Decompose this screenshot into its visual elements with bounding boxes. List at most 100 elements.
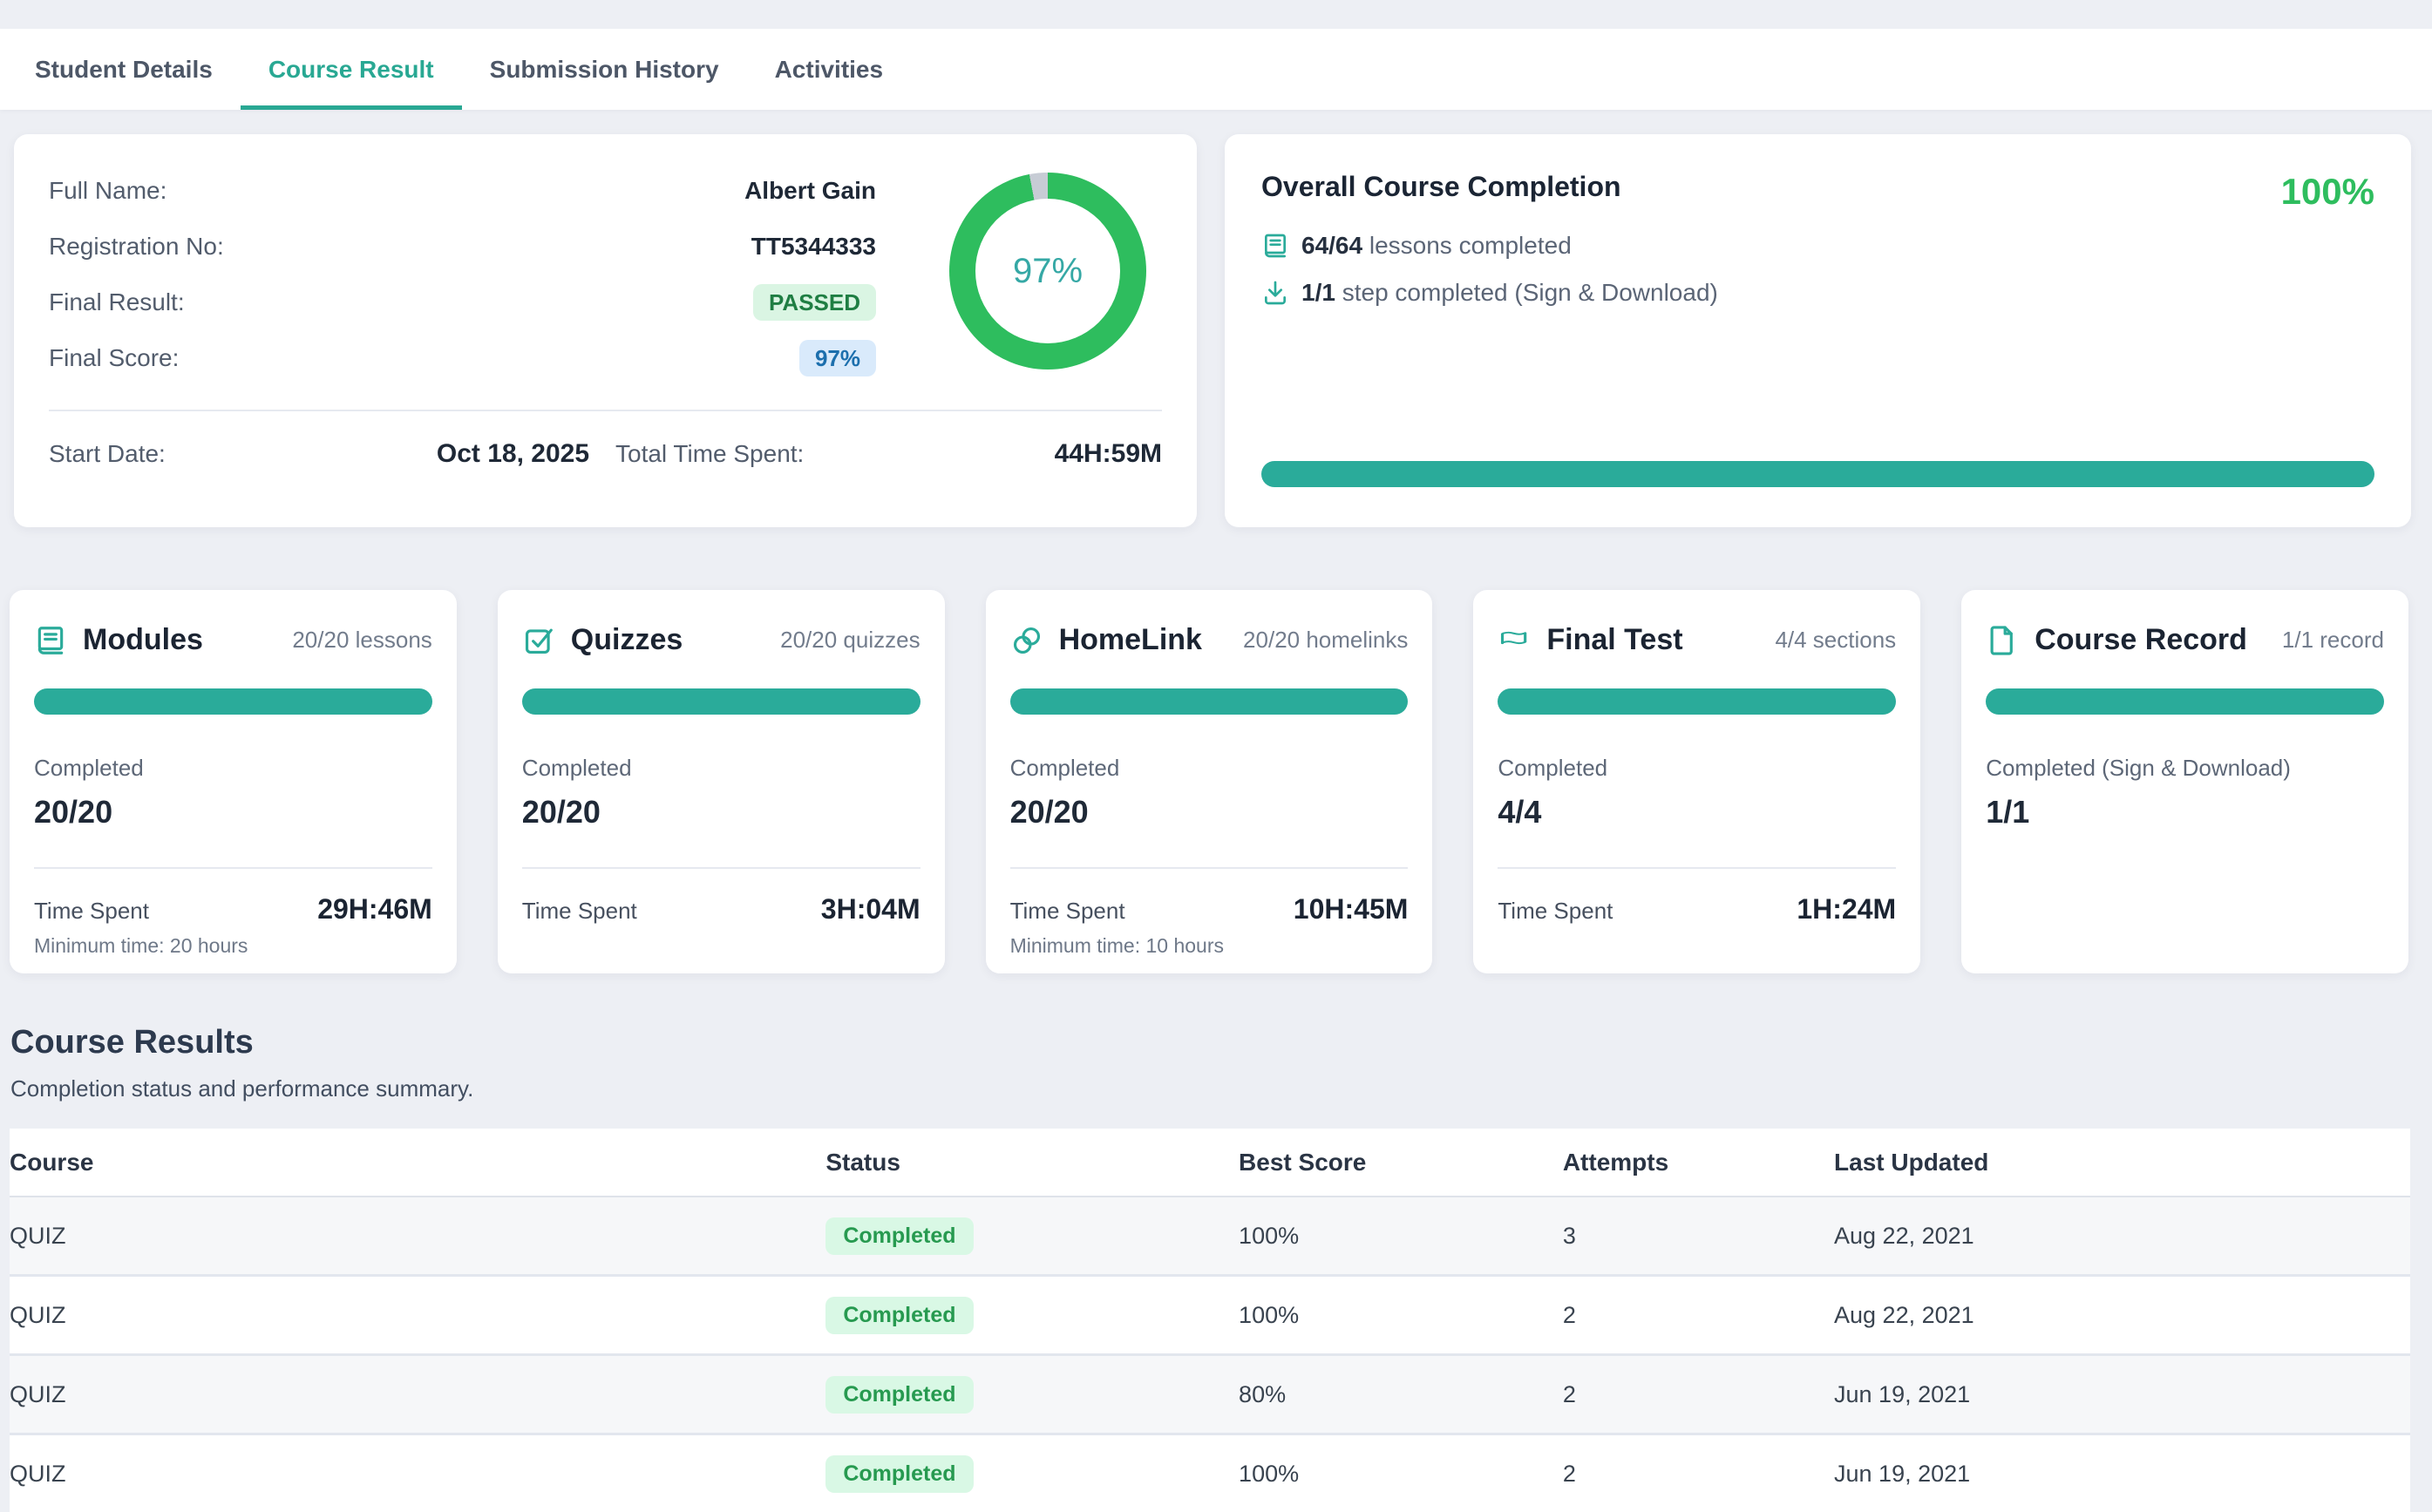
status-badge: Completed bbox=[825, 1297, 973, 1334]
course-record-completed-label: Completed (Sign & Download) bbox=[1986, 755, 2384, 782]
final-test-time-value: 1H:24M bbox=[1797, 893, 1896, 926]
last-updated-cell: Jun 19, 2021 bbox=[1834, 1355, 2410, 1434]
homelink-count: 20/20 homelinks bbox=[1243, 627, 1408, 654]
completion-donut: 97% bbox=[949, 173, 1146, 370]
final-result-row: Final Result: PASSED bbox=[49, 284, 876, 321]
course-cell: QUIZ bbox=[10, 1276, 825, 1355]
tab-activities[interactable]: Activities bbox=[747, 29, 912, 110]
homelink-progress-bar bbox=[1010, 688, 1409, 715]
final-test-title: Final Test bbox=[1546, 623, 1682, 657]
full-name-label: Full Name: bbox=[49, 177, 166, 205]
registration-row: Registration No: TT5344333 bbox=[49, 228, 876, 265]
best-score-cell: 100% bbox=[1239, 1434, 1563, 1512]
card-divider bbox=[1498, 867, 1896, 869]
best-score-cell: 100% bbox=[1239, 1276, 1563, 1355]
steps-count: 1/1 bbox=[1301, 279, 1335, 306]
modules-card: Modules 20/20 lessons Completed 20/20 Ti… bbox=[10, 590, 457, 973]
quizzes-count: 20/20 quizzes bbox=[780, 627, 920, 654]
best-score-cell: 80% bbox=[1239, 1355, 1563, 1434]
full-name-row: Full Name: Albert Gain bbox=[49, 173, 876, 209]
quizzes-completed-value: 20/20 bbox=[522, 794, 920, 831]
homelink-min-note: Minimum time: 10 hours bbox=[1010, 934, 1409, 958]
final-result-label: Final Result: bbox=[49, 288, 185, 316]
steps-text: step completed (Sign & Download) bbox=[1342, 279, 1718, 306]
final-test-card: Final Test 4/4 sections Completed 4/4 Ti… bbox=[1473, 590, 1920, 973]
course-record-title: Course Record bbox=[2035, 623, 2247, 657]
column-status: Status bbox=[825, 1129, 1239, 1197]
modules-time-value: 29H:46M bbox=[317, 893, 432, 926]
start-date-value: Oct 18, 2025 bbox=[437, 439, 589, 469]
course-cell: QUIZ bbox=[10, 1434, 825, 1512]
course-results-title: Course Results bbox=[10, 1024, 2432, 1061]
column-best-score: Best Score bbox=[1239, 1129, 1563, 1197]
registration-value: TT5344333 bbox=[751, 233, 876, 261]
last-updated-cell: Aug 22, 2021 bbox=[1834, 1197, 2410, 1276]
tab-student-details[interactable]: Student Details bbox=[7, 29, 241, 110]
best-score-cell: 100% bbox=[1239, 1197, 1563, 1276]
modules-count: 20/20 lessons bbox=[292, 627, 431, 654]
quizzes-time-value: 3H:04M bbox=[821, 893, 920, 926]
column-attempts: Attempts bbox=[1563, 1129, 1834, 1197]
student-summary-card: Full Name: Albert Gain Registration No: … bbox=[14, 134, 1197, 527]
table-row: QUIZ Completed 80% 2 Jun 19, 2021 bbox=[10, 1355, 2410, 1434]
column-course: Course bbox=[10, 1129, 825, 1197]
card-divider bbox=[49, 410, 1162, 411]
book-icon bbox=[34, 624, 67, 657]
status-badge: Completed bbox=[825, 1217, 973, 1255]
checkbox-icon bbox=[522, 624, 555, 657]
homelink-card: HomeLink 20/20 homelinks Completed 20/20… bbox=[986, 590, 1433, 973]
table-header-row: Course Status Best Score Attempts Last U… bbox=[10, 1129, 2410, 1197]
modules-time-label: Time Spent bbox=[34, 898, 149, 925]
homelink-time-label: Time Spent bbox=[1010, 898, 1125, 925]
overall-percent: 100% bbox=[2281, 171, 2374, 213]
modules-progress-bar bbox=[34, 688, 432, 715]
course-record-progress-bar bbox=[1986, 688, 2384, 715]
full-name-value: Albert Gain bbox=[744, 177, 876, 205]
modules-completed-value: 20/20 bbox=[34, 794, 432, 831]
status-cell: Completed bbox=[825, 1434, 1239, 1512]
course-record-card: Course Record 1/1 record Completed (Sign… bbox=[1961, 590, 2408, 973]
overall-title: Overall Course Completion bbox=[1261, 171, 1621, 203]
final-test-completed-label: Completed bbox=[1498, 755, 1896, 782]
tab-submission-history[interactable]: Submission History bbox=[462, 29, 747, 110]
final-score-row: Final Score: 97% bbox=[49, 340, 876, 376]
lessons-line: 64/64 lessons completed bbox=[1301, 232, 1572, 260]
score-badge: 97% bbox=[799, 340, 876, 376]
registration-label: Registration No: bbox=[49, 233, 224, 261]
attempts-cell: 2 bbox=[1563, 1434, 1834, 1512]
donut-percent-label: 97% bbox=[1013, 252, 1083, 291]
course-results-subtitle: Completion status and performance summar… bbox=[10, 1075, 2432, 1102]
modules-min-note: Minimum time: 20 hours bbox=[34, 934, 432, 958]
download-icon bbox=[1261, 279, 1289, 307]
modules-title: Modules bbox=[83, 623, 203, 657]
tab-bar: Student Details Course Result Submission… bbox=[0, 29, 2432, 110]
modules-completed-label: Completed bbox=[34, 755, 432, 782]
final-test-time-label: Time Spent bbox=[1498, 898, 1613, 925]
homelink-completed-label: Completed bbox=[1010, 755, 1409, 782]
quizzes-completed-label: Completed bbox=[522, 755, 920, 782]
course-record-completed-value: 1/1 bbox=[1986, 794, 2384, 831]
quizzes-time-label: Time Spent bbox=[522, 898, 637, 925]
passed-badge: PASSED bbox=[753, 284, 876, 321]
last-updated-cell: Aug 22, 2021 bbox=[1834, 1276, 2410, 1355]
lessons-text: lessons completed bbox=[1369, 232, 1572, 259]
module-cards-row: Modules 20/20 lessons Completed 20/20 Ti… bbox=[10, 590, 2408, 973]
homelink-time-value: 10H:45M bbox=[1294, 893, 1409, 926]
lessons-count: 64/64 bbox=[1301, 232, 1362, 259]
overall-completion-card: Overall Course Completion 100% 64/64 les… bbox=[1225, 134, 2411, 527]
card-divider bbox=[522, 867, 920, 869]
total-time-label: Total Time Spent: bbox=[615, 440, 804, 468]
final-score-label: Final Score: bbox=[49, 344, 179, 372]
course-results-table: Course Status Best Score Attempts Last U… bbox=[10, 1129, 2410, 1512]
final-test-progress-bar bbox=[1498, 688, 1896, 715]
lessons-book-icon bbox=[1261, 232, 1289, 260]
flag-icon bbox=[1498, 624, 1531, 657]
start-date-label: Start Date: bbox=[49, 440, 166, 468]
tab-course-result[interactable]: Course Result bbox=[241, 29, 462, 110]
attempts-cell: 2 bbox=[1563, 1355, 1834, 1434]
file-icon bbox=[1986, 624, 2019, 657]
quizzes-progress-bar bbox=[522, 688, 920, 715]
overall-progress-bar bbox=[1261, 461, 2374, 487]
table-row: QUIZ Completed 100% 2 Aug 22, 2021 bbox=[10, 1276, 2410, 1355]
table-row: QUIZ Completed 100% 3 Aug 22, 2021 bbox=[10, 1197, 2410, 1276]
